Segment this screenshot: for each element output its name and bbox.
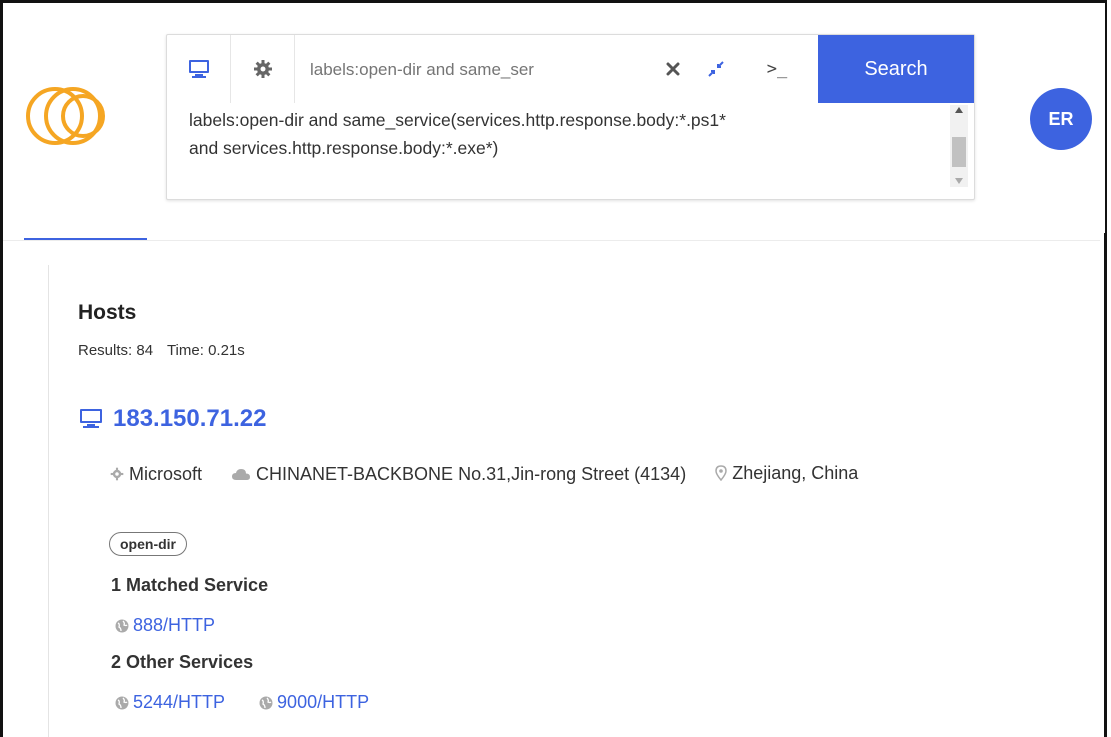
terminal-icon: >_ xyxy=(766,59,788,79)
user-avatar[interactable]: ER xyxy=(1030,88,1092,150)
query-scrollbar[interactable] xyxy=(950,105,968,187)
host-location: Zhejiang, China xyxy=(715,455,858,491)
page-title: Hosts xyxy=(78,301,137,324)
query-line: labels:open-dir and same_service(service… xyxy=(189,110,726,130)
globe-icon xyxy=(115,619,129,632)
search-input[interactable] xyxy=(308,53,642,87)
results-count: Results: 84 xyxy=(78,342,154,359)
desktop-icon xyxy=(80,409,102,428)
header-divider xyxy=(3,240,1100,241)
host-os-label[interactable]: Microsoft xyxy=(129,456,202,492)
collapse-button[interactable] xyxy=(702,55,730,83)
query-textarea[interactable]: labels:open-dir and same_service(service… xyxy=(189,106,939,186)
matched-services-title: 1 Matched Service xyxy=(111,575,269,595)
search-button[interactable]: Search xyxy=(818,35,974,103)
scroll-up-icon[interactable] xyxy=(955,107,963,113)
search-panel: >_ Search labels:open-dir and same_servi… xyxy=(166,34,975,200)
results-panel: Hosts Results: 84 Time: 0.21s 183.150.71… xyxy=(48,265,1099,737)
host-metadata: Microsoft CHINANET-BACKBONE No.31,Jin-ro… xyxy=(110,455,1050,493)
service-link[interactable]: 9000/HTTP xyxy=(259,692,369,713)
mode-toggle-button[interactable] xyxy=(167,35,231,103)
settings-button[interactable] xyxy=(231,35,295,103)
close-icon xyxy=(666,62,680,76)
scroll-thumb[interactable] xyxy=(952,137,966,167)
collapse-icon xyxy=(708,61,724,77)
map-pin-icon xyxy=(715,465,727,481)
host-location-label[interactable]: Zhejiang, China xyxy=(732,455,858,491)
cloud-icon xyxy=(232,469,251,480)
results-summary: Results: 84 Time: 0.21s xyxy=(78,342,255,359)
header: >_ Search labels:open-dir and same_servi… xyxy=(3,3,1105,233)
host-network: CHINANET-BACKBONE No.31,Jin-rong Street … xyxy=(231,456,686,492)
terminal-button[interactable]: >_ xyxy=(760,55,794,83)
search-toolbar: >_ Search xyxy=(167,35,974,103)
host-os: Microsoft xyxy=(110,456,202,492)
other-services-title: 2 Other Services xyxy=(111,652,254,672)
gear-icon xyxy=(110,467,124,481)
globe-icon xyxy=(259,696,273,709)
host-network-label[interactable]: CHINANET-BACKBONE No.31,Jin-rong Street … xyxy=(256,456,686,492)
other-services-list: 5244/HTTP 9000/HTTP xyxy=(115,692,403,713)
service-label[interactable]: 888/HTTP xyxy=(133,615,215,636)
host-label-tag[interactable]: open-dir xyxy=(109,532,187,556)
host-result-link[interactable]: 183.150.71.22 xyxy=(79,405,266,433)
service-link[interactable]: 888/HTTP xyxy=(115,615,215,636)
globe-icon xyxy=(115,696,129,709)
query-time: Time: 0.21s xyxy=(166,342,245,359)
service-label[interactable]: 9000/HTTP xyxy=(277,692,369,713)
gear-icon xyxy=(253,60,272,78)
host-ip[interactable]: 183.150.71.22 xyxy=(113,405,266,433)
scroll-down-icon[interactable] xyxy=(955,178,963,184)
service-link[interactable]: 5244/HTTP xyxy=(115,692,225,713)
matched-services-list: 888/HTTP xyxy=(115,615,249,636)
clear-button[interactable] xyxy=(659,55,687,83)
query-line: and services.http.response.body:*.exe*) xyxy=(189,138,499,158)
desktop-icon xyxy=(188,60,209,78)
censys-logo[interactable] xyxy=(25,81,115,151)
service-label[interactable]: 5244/HTTP xyxy=(133,692,225,713)
